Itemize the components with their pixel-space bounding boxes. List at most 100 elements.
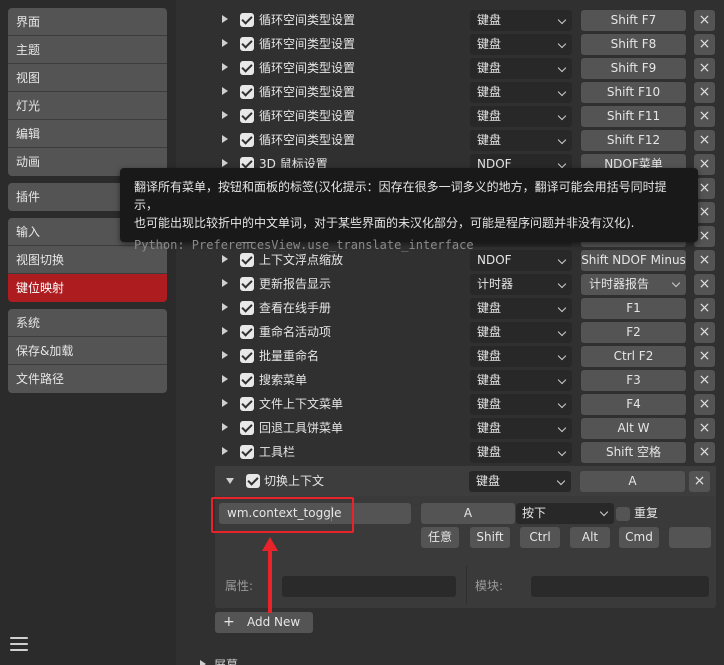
row-key-button[interactable]: Shift F9 bbox=[581, 58, 686, 79]
row-input-type-dropdown[interactable]: 键盘 bbox=[470, 34, 572, 55]
modifier-shift-button[interactable]: Shift bbox=[470, 527, 510, 548]
row-key-button[interactable]: Shift F8 bbox=[581, 34, 686, 55]
sidebar-item-system[interactable]: 系统 bbox=[8, 309, 167, 337]
event-value-dropdown[interactable]: 按下 bbox=[516, 503, 614, 524]
row-enabled-checkbox[interactable] bbox=[240, 133, 254, 147]
row-input-type-dropdown[interactable]: 计时器 bbox=[470, 274, 572, 295]
input-type-dropdown[interactable]: 键盘 bbox=[469, 471, 571, 492]
modifier-alt-button[interactable]: Alt bbox=[570, 527, 610, 548]
row-key-button[interactable]: Shift F7 bbox=[581, 10, 686, 31]
sidebar-item-viewport[interactable]: 视图 bbox=[8, 64, 167, 92]
row-remove-button[interactable]: × bbox=[694, 394, 715, 415]
expand-triangle-icon[interactable] bbox=[222, 447, 228, 455]
row-enabled-checkbox[interactable] bbox=[240, 301, 254, 315]
sidebar-item-themes[interactable]: 主题 bbox=[8, 36, 167, 64]
row-remove-button[interactable]: × bbox=[694, 442, 715, 463]
row-remove-button[interactable]: × bbox=[694, 250, 715, 271]
row-key-button[interactable]: Ctrl F2 bbox=[581, 346, 686, 367]
row-key-button[interactable]: F4 bbox=[581, 394, 686, 415]
expand-triangle-icon[interactable] bbox=[222, 423, 228, 431]
row-input-type-dropdown[interactable]: 键盘 bbox=[470, 394, 572, 415]
event-key-button[interactable]: A bbox=[421, 503, 515, 524]
expand-triangle-icon[interactable] bbox=[222, 375, 228, 383]
row-enabled-checkbox[interactable] bbox=[240, 85, 254, 99]
row-key-button[interactable]: F1 bbox=[581, 298, 686, 319]
sidebar-item-keymap[interactable]: 键位映射 bbox=[8, 274, 167, 302]
collapse-triangle-icon[interactable] bbox=[226, 478, 234, 484]
row-enabled-checkbox[interactable] bbox=[240, 37, 254, 51]
row-remove-button[interactable]: × bbox=[694, 298, 715, 319]
expand-triangle-icon[interactable] bbox=[222, 159, 228, 167]
sidebar-item-lights[interactable]: 灯光 bbox=[8, 92, 167, 120]
key-button[interactable]: A bbox=[580, 471, 685, 492]
modifier-any-button[interactable]: 任意 bbox=[421, 527, 459, 548]
row-key-button[interactable]: 计时器报告 bbox=[581, 274, 686, 295]
row-input-type-dropdown[interactable]: 键盘 bbox=[470, 418, 572, 439]
add-new-button[interactable]: + Add New bbox=[215, 612, 313, 633]
row-remove-button[interactable]: × bbox=[694, 106, 715, 127]
row-remove-button[interactable]: × bbox=[694, 10, 715, 31]
modifier-ctrl-button[interactable]: Ctrl bbox=[520, 527, 560, 548]
row-enabled-checkbox[interactable] bbox=[240, 349, 254, 363]
modifier-cmd-button[interactable]: Cmd bbox=[619, 527, 659, 548]
row-enabled-checkbox[interactable] bbox=[240, 445, 254, 459]
row-key-button[interactable]: Shift 空格 bbox=[581, 442, 686, 463]
expand-triangle-icon[interactable] bbox=[222, 303, 228, 311]
expand-triangle-icon[interactable] bbox=[222, 255, 228, 263]
expand-triangle-icon[interactable] bbox=[222, 39, 228, 47]
row-key-button[interactable]: F3 bbox=[581, 370, 686, 391]
sidebar-item-save-load[interactable]: 保存&加载 bbox=[8, 337, 167, 365]
row-remove-button[interactable]: × bbox=[694, 322, 715, 343]
row-input-type-dropdown[interactable]: 键盘 bbox=[470, 82, 572, 103]
row-input-type-dropdown[interactable]: 键盘 bbox=[470, 58, 572, 79]
hamburger-menu-icon[interactable] bbox=[10, 637, 28, 653]
repeat-checkbox[interactable] bbox=[616, 507, 630, 521]
row-remove-button[interactable]: × bbox=[694, 346, 715, 367]
row-input-type-dropdown[interactable]: 键盘 bbox=[470, 322, 572, 343]
row-enabled-checkbox[interactable] bbox=[240, 13, 254, 27]
expand-triangle-icon[interactable] bbox=[222, 399, 228, 407]
expand-triangle-icon[interactable] bbox=[222, 87, 228, 95]
expand-triangle-icon[interactable] bbox=[222, 279, 228, 287]
key-modifier-button[interactable] bbox=[669, 527, 711, 548]
expand-triangle-icon[interactable] bbox=[200, 660, 206, 665]
row-enabled-checkbox[interactable] bbox=[240, 61, 254, 75]
sidebar-item-interface[interactable]: 界面 bbox=[8, 8, 167, 36]
row-remove-button[interactable]: × bbox=[694, 418, 715, 439]
expand-triangle-icon[interactable] bbox=[222, 135, 228, 143]
row-enabled-checkbox[interactable] bbox=[240, 109, 254, 123]
sidebar-item-editing[interactable]: 编辑 bbox=[8, 120, 167, 148]
expand-triangle-icon[interactable] bbox=[222, 351, 228, 359]
row-key-button[interactable]: Alt W bbox=[581, 418, 686, 439]
remove-item-button[interactable]: × bbox=[689, 471, 710, 492]
row-remove-button[interactable]: × bbox=[694, 58, 715, 79]
sidebar-item-file-paths[interactable]: 文件路径 bbox=[8, 365, 167, 393]
row-enabled-checkbox[interactable] bbox=[240, 421, 254, 435]
row-input-type-dropdown[interactable]: 键盘 bbox=[470, 370, 572, 391]
row-input-type-dropdown[interactable]: 键盘 bbox=[470, 298, 572, 319]
row-input-type-dropdown[interactable]: 键盘 bbox=[470, 130, 572, 151]
expand-triangle-icon[interactable] bbox=[222, 327, 228, 335]
row-input-type-dropdown[interactable]: 键盘 bbox=[470, 442, 572, 463]
expand-triangle-icon[interactable] bbox=[222, 15, 228, 23]
row-enabled-checkbox[interactable] bbox=[240, 325, 254, 339]
row-input-type-dropdown[interactable]: 键盘 bbox=[470, 10, 572, 31]
row-input-type-dropdown[interactable]: 键盘 bbox=[470, 346, 572, 367]
expand-triangle-icon[interactable] bbox=[222, 63, 228, 71]
row-enabled-checkbox[interactable] bbox=[240, 277, 254, 291]
row-remove-button[interactable]: × bbox=[694, 82, 715, 103]
row-remove-button[interactable]: × bbox=[694, 34, 715, 55]
row-input-type-dropdown[interactable]: 键盘 bbox=[470, 106, 572, 127]
row-enabled-checkbox[interactable] bbox=[240, 397, 254, 411]
row-key-button[interactable]: Shift F12 bbox=[581, 130, 686, 151]
row-enabled-checkbox[interactable] bbox=[240, 373, 254, 387]
expand-triangle-icon[interactable] bbox=[222, 111, 228, 119]
item-enabled-checkbox[interactable] bbox=[246, 474, 260, 488]
row-key-button[interactable]: Shift F10 bbox=[581, 82, 686, 103]
row-key-button[interactable]: F2 bbox=[581, 322, 686, 343]
row-key-button[interactable]: Shift F11 bbox=[581, 106, 686, 127]
row-remove-button[interactable]: × bbox=[694, 274, 715, 295]
row-remove-button[interactable]: × bbox=[694, 370, 715, 391]
row-enabled-checkbox[interactable] bbox=[240, 253, 254, 267]
row-remove-button[interactable]: × bbox=[694, 130, 715, 151]
